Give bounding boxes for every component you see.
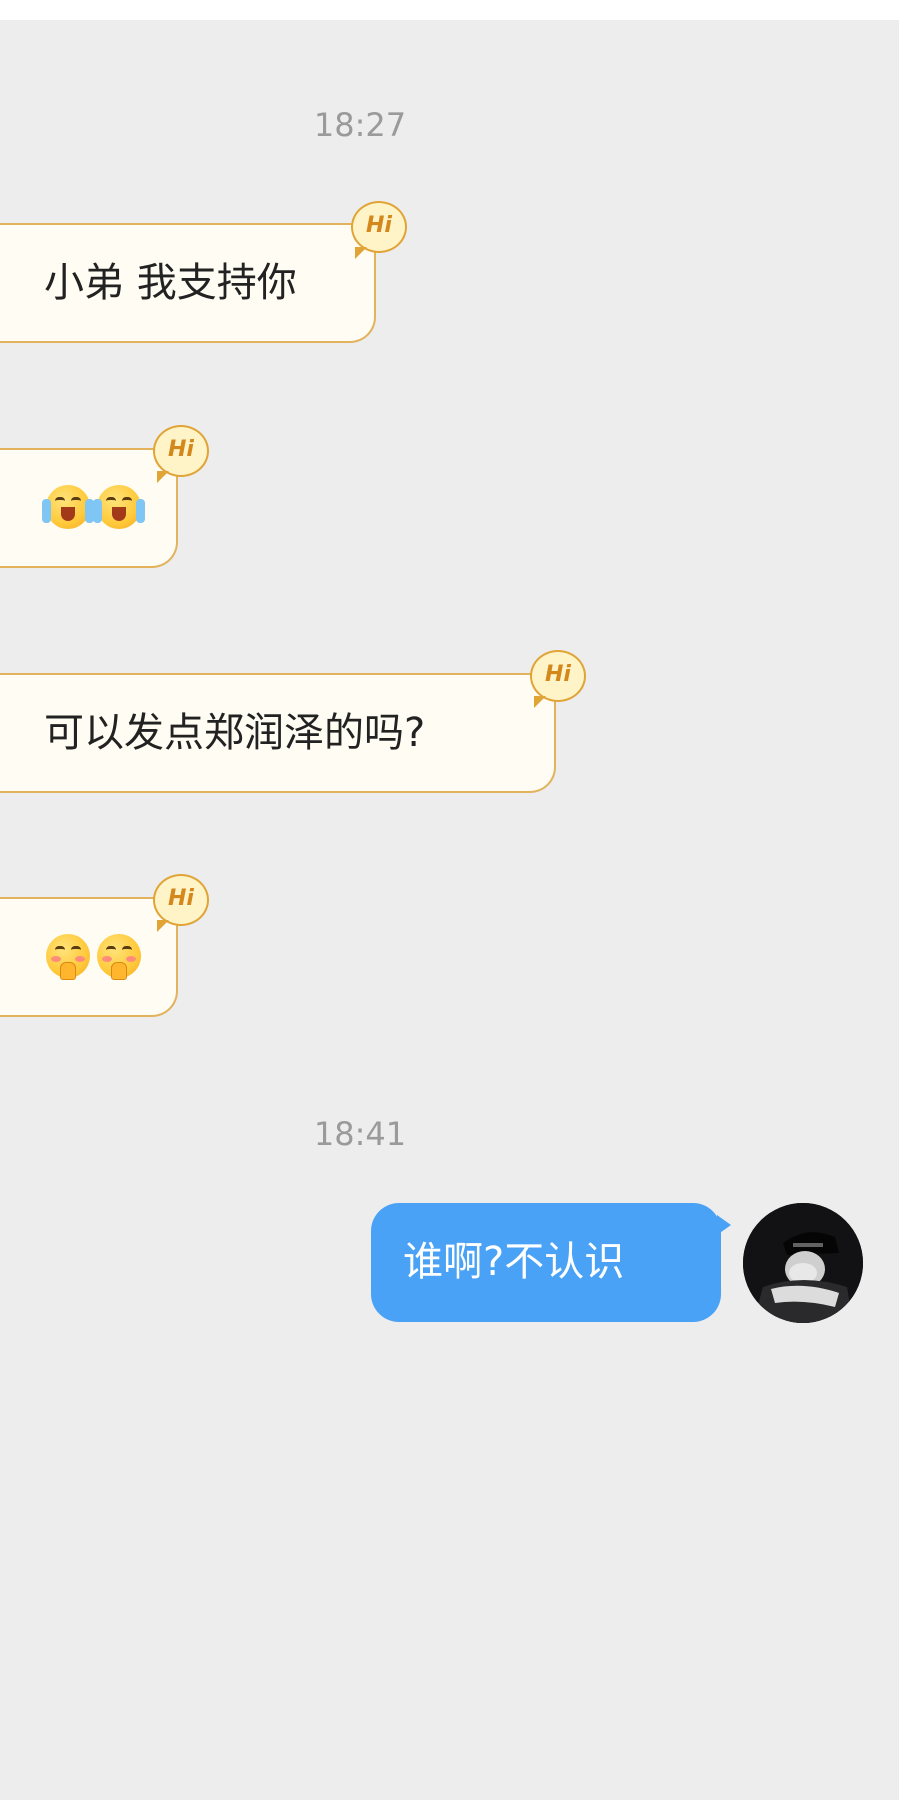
outgoing-message-bubble[interactable]: 谁啊?不认识 [371,1203,731,1322]
message-text: 谁啊?不认识 [403,1239,625,1285]
message-text: 小弟 我支持你 [44,260,297,306]
incoming-emoji-bubble[interactable] [0,448,178,568]
timestamp: 18:41 [313,1115,407,1153]
chat-area[interactable]: 18:27 小弟 我支持你 Hi Hi 可以发点郑润泽的吗? Hi Hi 18:… [0,20,899,1800]
bubble-tail [717,1215,731,1235]
hi-badge-tail [534,696,546,708]
incoming-emoji-bubble[interactable] [0,897,178,1017]
avatar[interactable] [743,1203,863,1323]
hi-greeting-badge: Hi [153,874,209,932]
message-text: 可以发点郑润泽的吗? [44,710,426,756]
hi-badge-tail [157,920,169,932]
hi-badge-label: Hi [168,437,194,462]
pleading-hands-emoji-icon [46,934,90,980]
hi-greeting-badge: Hi [351,201,407,259]
crying-laughing-emoji-icon [93,485,145,529]
crying-laughing-emoji-icon [42,485,94,529]
hi-greeting-badge: Hi [530,650,586,708]
hi-badge-tail [355,247,367,259]
hi-greeting-badge: Hi [153,425,209,483]
timestamp: 18:27 [313,106,407,144]
incoming-message-bubble[interactable]: 小弟 我支持你 [0,223,376,343]
status-bar [0,0,899,20]
avatar-photo [743,1203,863,1323]
pleading-hands-emoji-icon [97,934,141,980]
hi-badge-tail [157,471,169,483]
hi-badge-label: Hi [168,886,194,911]
incoming-message-bubble[interactable]: 可以发点郑润泽的吗? [0,673,556,793]
hi-badge-label: Hi [545,662,571,687]
hi-badge-label: Hi [366,213,392,238]
